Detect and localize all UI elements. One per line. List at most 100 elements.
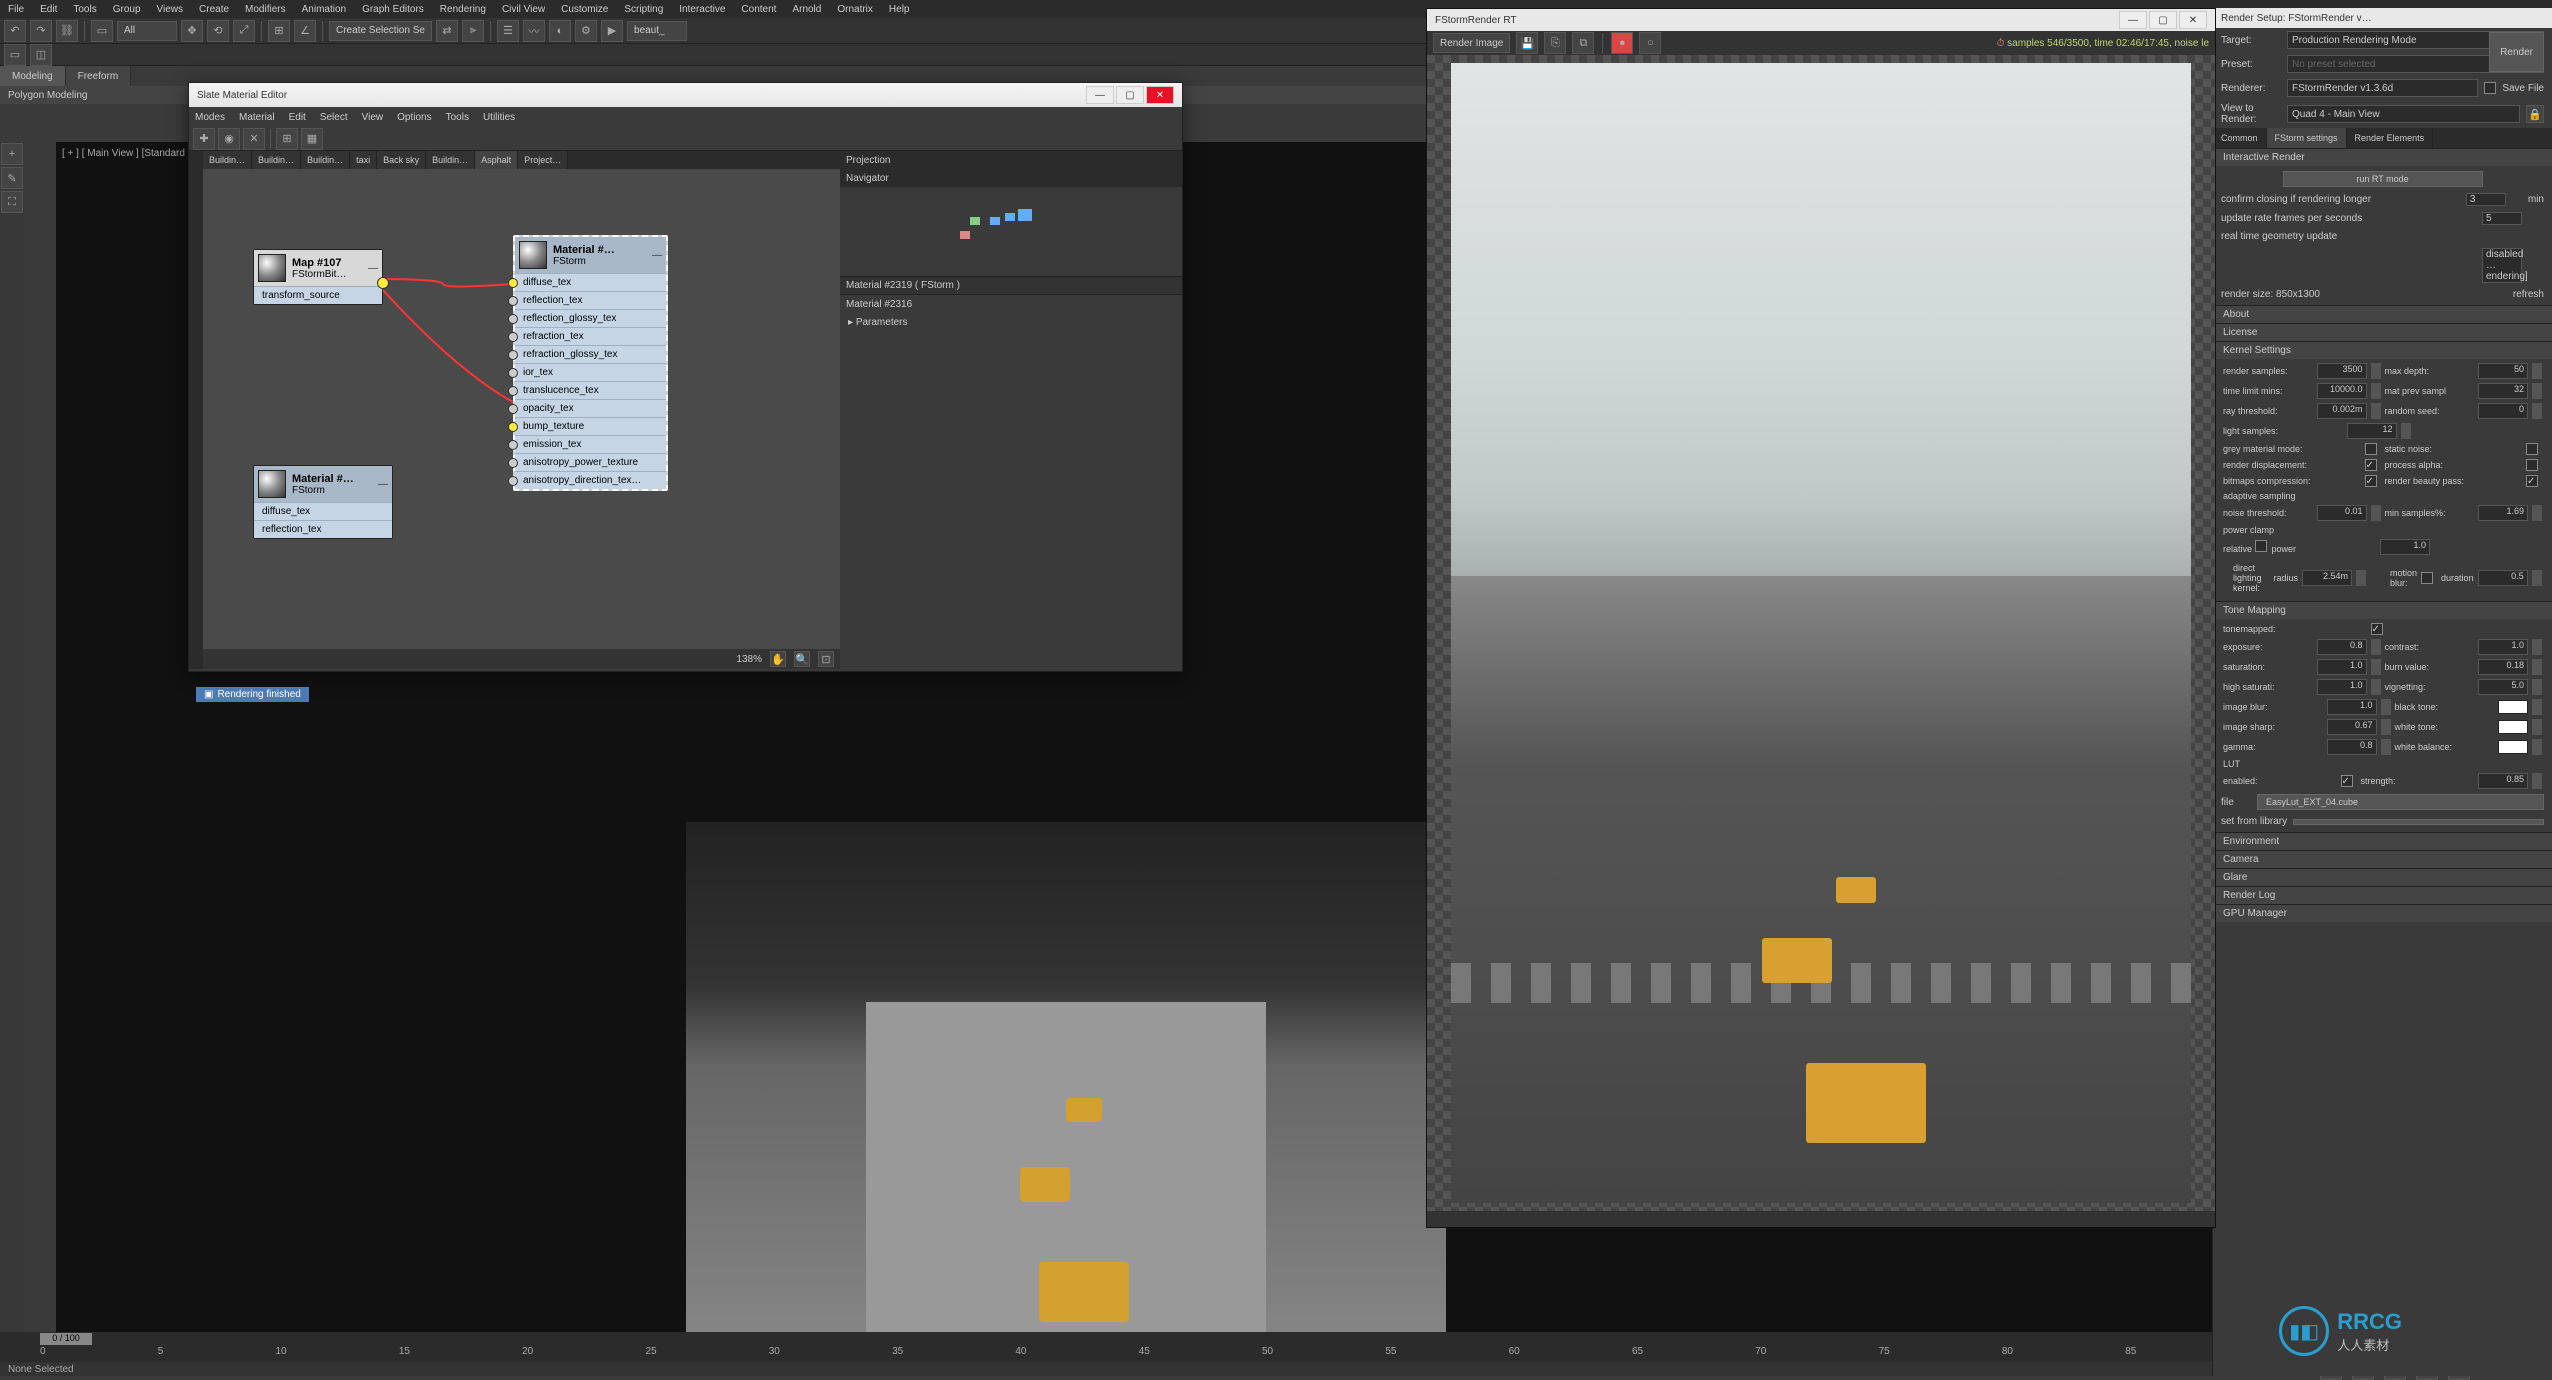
menu-animation[interactable]: Animation [302, 4, 346, 15]
menu-graph-editors[interactable]: Graph Editors [362, 4, 424, 15]
parameters-rollout[interactable]: ▸ Parameters [840, 314, 1182, 331]
slot-reflection-tex[interactable]: reflection_tex [515, 291, 666, 309]
run-rt-button[interactable]: run RT mode [2283, 171, 2483, 187]
fit-icon[interactable]: ⊡ [818, 651, 834, 667]
move-icon[interactable]: ✥ [181, 20, 203, 42]
clone-icon[interactable]: ⧉ [1572, 32, 1594, 54]
alpha-icon[interactable]: ○ [1639, 32, 1661, 54]
slate-tab[interactable]: Asphalt [475, 151, 518, 169]
select-icon[interactable]: ▭ [91, 20, 113, 42]
section-render-log[interactable]: Render Log [2213, 887, 2552, 904]
render-icon[interactable]: ▶ [601, 20, 623, 42]
layers-icon[interactable]: ☰ [497, 20, 519, 42]
render-preset[interactable]: beaut_ [627, 21, 687, 41]
slate-tab[interactable]: taxi [350, 151, 377, 169]
layout-icon[interactable]: ⊞ [276, 128, 298, 150]
redo-icon[interactable]: ↷ [30, 20, 52, 42]
menu-arnold[interactable]: Arnold [792, 4, 821, 15]
slate-tab[interactable]: Buildin… [426, 151, 475, 169]
zoom-icon[interactable]: 🔍 [794, 651, 810, 667]
save-icon[interactable]: 💾 [1516, 32, 1538, 54]
slot-translucence-tex[interactable]: translucence_tex [515, 381, 666, 399]
ribbon-tab-modeling[interactable]: Modeling [0, 66, 66, 86]
menu-ornatrix[interactable]: Ornatrix [837, 4, 873, 15]
section-tone[interactable]: Tone Mapping [2213, 602, 2552, 619]
slate-titlebar[interactable]: Slate Material Editor — ▢ ✕ [189, 83, 1182, 107]
rgb-icon[interactable]: ● [1611, 32, 1633, 54]
close-icon[interactable]: ✕ [2179, 11, 2207, 29]
delete-icon[interactable]: ✕ [243, 128, 265, 150]
time-slider[interactable]: 0 / 100 [0, 1332, 2552, 1346]
menu-help[interactable]: Help [889, 4, 910, 15]
slate-tab[interactable]: Buildin… [252, 151, 301, 169]
time-handle[interactable]: 0 / 100 [40, 1333, 92, 1345]
maximize-icon[interactable]: ▢ [2149, 11, 2177, 29]
menu-views[interactable]: Views [157, 4, 184, 15]
snap-icon[interactable]: ⊞ [268, 20, 290, 42]
section-camera[interactable]: Camera [2213, 851, 2552, 868]
hierarchy-icon[interactable]: ⛶ [1, 191, 23, 213]
render-viewport[interactable] [1427, 55, 2215, 1211]
filter-all[interactable]: All [117, 21, 177, 41]
navigator[interactable] [840, 187, 1182, 277]
slate-menu-tools[interactable]: Tools [446, 112, 469, 123]
slate-browser-collapsed[interactable] [189, 169, 203, 669]
slot-refraction-tex[interactable]: refraction_tex [515, 327, 666, 345]
render-button[interactable]: Render [2489, 32, 2544, 72]
slate-menu-utilities[interactable]: Utilities [483, 112, 515, 123]
close-icon[interactable]: ✕ [1146, 86, 1174, 104]
modify-icon[interactable]: ✎ [1, 167, 23, 189]
render-titlebar[interactable]: FStormRender RT — ▢ ✕ [1427, 9, 2215, 31]
slate-canvas[interactable]: Map #107 FStormBit… — transform_source [203, 169, 840, 649]
slate-menu-view[interactable]: View [362, 112, 384, 123]
pick-material-icon[interactable]: ✚ [193, 128, 215, 150]
ribbon-tab-freeform[interactable]: Freeform [66, 66, 132, 86]
rs-tab[interactable]: Common [2213, 128, 2267, 148]
slate-menu-options[interactable]: Options [397, 112, 431, 123]
align-icon[interactable]: ⫸ [462, 20, 484, 42]
viewport-label[interactable]: [ + ] [ Main View ] [Standard ] [62, 148, 191, 159]
create-icon[interactable]: + [1, 143, 23, 165]
node-map[interactable]: Map #107 FStormBit… — transform_source [253, 249, 383, 305]
section-gpu-manager[interactable]: GPU Manager [2213, 905, 2552, 922]
section-interactive[interactable]: Interactive Render [2213, 149, 2552, 166]
slot-ior-tex[interactable]: ior_tex [515, 363, 666, 381]
menu-create[interactable]: Create [199, 4, 229, 15]
minimize-icon[interactable]: — [2119, 11, 2147, 29]
menu-customize[interactable]: Customize [561, 4, 608, 15]
menu-tools[interactable]: Tools [73, 4, 96, 15]
mirror-icon[interactable]: ⇄ [436, 20, 458, 42]
material-editor-icon[interactable]: ◐ [549, 20, 571, 42]
render-scrollbar[interactable] [1427, 1211, 2215, 1227]
copy-icon[interactable]: ⎘ [1544, 32, 1566, 54]
minimize-icon[interactable]: — [1086, 86, 1114, 104]
render-output-dropdown[interactable]: Render Image [1433, 33, 1510, 53]
node-material-2[interactable]: Material #… FStorm — diffuse_tex reflect… [253, 465, 393, 539]
section-about[interactable]: About [2213, 306, 2552, 323]
slate-menu-select[interactable]: Select [320, 112, 348, 123]
slot-reflection-glossy-tex[interactable]: reflection_glossy_tex [515, 309, 666, 327]
slot-emission-tex[interactable]: emission_tex [515, 435, 666, 453]
render-setup-icon[interactable]: ⚙ [575, 20, 597, 42]
section-kernel[interactable]: Kernel Settings [2213, 342, 2552, 359]
show-map-icon[interactable]: ▦ [301, 128, 323, 150]
section-license[interactable]: License [2213, 324, 2552, 341]
rs-tab[interactable]: FStorm settings [2267, 128, 2347, 148]
slot-anisotropy-power-texture[interactable]: anisotropy_power_texture [515, 453, 666, 471]
scale-icon[interactable]: ⤢ [233, 20, 255, 42]
renderer-dropdown[interactable]: FStormRender v1.3.6d [2287, 79, 2478, 97]
lock-icon[interactable]: 🔒 [2526, 105, 2544, 123]
slate-tab[interactable]: Back sky [377, 151, 426, 169]
slot-bump-texture[interactable]: bump_texture [515, 417, 666, 435]
slate-tab[interactable]: Buildin… [203, 151, 252, 169]
menu-edit[interactable]: Edit [40, 4, 57, 15]
rotate-icon[interactable]: ⟲ [207, 20, 229, 42]
selection-region-icon[interactable]: ▭ [4, 44, 26, 66]
slot[interactable]: reflection_tex [254, 520, 392, 538]
node-material-main[interactable]: Material #… FStorm — diffuse_texreflecti… [513, 235, 668, 491]
slate-tab[interactable]: Project… [518, 151, 568, 169]
slot[interactable]: diffuse_tex [254, 502, 392, 520]
slate-menu-edit[interactable]: Edit [289, 112, 306, 123]
maximize-icon[interactable]: ▢ [1116, 86, 1144, 104]
menu-file[interactable]: File [8, 4, 24, 15]
